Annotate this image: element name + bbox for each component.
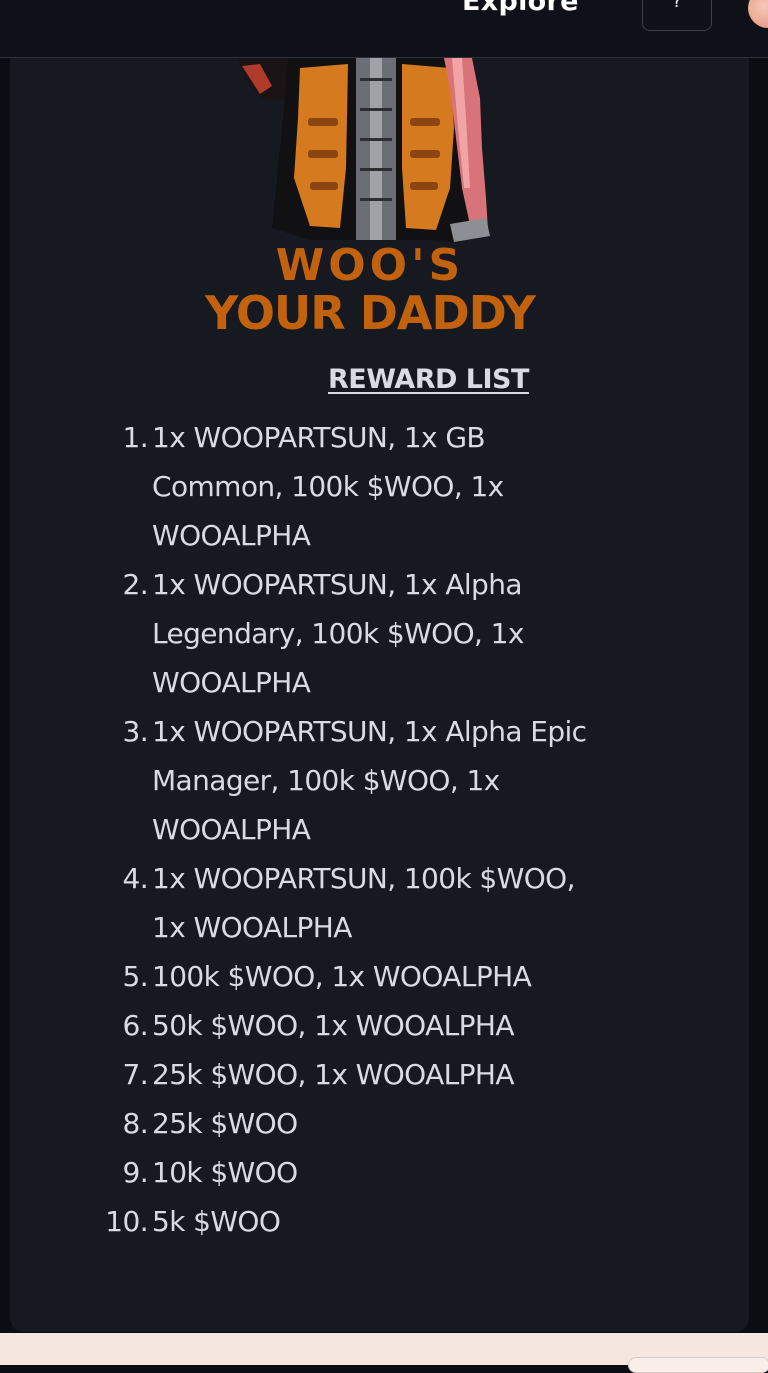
reward-item: 2. 1x WOOPARTSUN, 1x Alpha Legendary, 10…: [100, 560, 590, 707]
reward-item: 10. 5k $WOO: [100, 1197, 590, 1246]
reward-rank: 10.: [105, 1205, 148, 1238]
reward-text: 10k $WOO: [152, 1156, 298, 1189]
reward-list: 1. 1x WOOPARTSUN, 1x GB Common, 100k $WO…: [100, 413, 590, 1246]
bottom-chip[interactable]: [628, 1357, 768, 1373]
reward-text: 1x WOOPARTSUN, 1x GB Common, 100k $WOO, …: [152, 421, 504, 552]
reward-text: 1x WOOPARTSUN, 1x Alpha Legendary, 100k …: [152, 568, 524, 699]
reward-item: 1. 1x WOOPARTSUN, 1x GB Common, 100k $WO…: [100, 413, 590, 560]
reward-text: 1x WOOPARTSUN, 100k $WOO, 1x WOOALPHA: [152, 862, 575, 944]
reward-card: WOO'S YOUR DADDY REWARD LIST 1. 1x WOOPA…: [10, 58, 749, 1332]
nav-explore-link[interactable]: Explore: [462, 0, 579, 17]
reward-text: 5k $WOO: [152, 1205, 281, 1238]
logo-title-line1: WOO'S: [275, 240, 465, 291]
reward-rank: 1.: [122, 421, 148, 454]
reward-item: 4. 1x WOOPARTSUN, 100k $WOO, 1x WOOALPHA: [100, 854, 590, 952]
reward-rank: 2.: [122, 568, 148, 601]
reward-item: 5. 100k $WOO, 1x WOOALPHA: [100, 952, 590, 1001]
bottom-strip: [0, 1333, 768, 1373]
reward-item: 9. 10k $WOO: [100, 1148, 590, 1197]
reward-item: 6. 50k $WOO, 1x WOOALPHA: [100, 1001, 590, 1050]
reward-rank: 9.: [122, 1156, 148, 1189]
reward-rank: 5.: [122, 960, 148, 993]
reward-list-title: REWARD LIST: [328, 364, 529, 395]
woo-artwork: WOO'S YOUR DADDY: [10, 58, 749, 348]
reward-rank: 6.: [122, 1009, 148, 1042]
reward-text: 100k $WOO, 1x WOOALPHA: [152, 960, 532, 993]
reward-text: 25k $WOO: [152, 1107, 298, 1140]
reward-item: 8. 25k $WOO: [100, 1099, 590, 1148]
reward-text: 50k $WOO, 1x WOOALPHA: [152, 1009, 515, 1042]
logo-title-line2: YOUR DADDY: [205, 286, 536, 340]
reward-rank: 7.: [122, 1058, 148, 1091]
user-avatar[interactable]: [748, 0, 768, 28]
reward-rank: 3.: [122, 715, 148, 748]
reward-item: 7. 25k $WOO, 1x WOOALPHA: [100, 1050, 590, 1099]
reward-text: 25k $WOO, 1x WOOALPHA: [152, 1058, 515, 1091]
top-nav-bar: Explore ?: [0, 0, 768, 58]
reward-item: 3. 1x WOOPARTSUN, 1x Alpha Epic Manager,…: [100, 707, 590, 854]
help-button[interactable]: ?: [642, 0, 712, 31]
reward-text: 1x WOOPARTSUN, 1x Alpha Epic Manager, 10…: [152, 715, 587, 846]
reward-rank: 4.: [122, 862, 148, 895]
reward-rank: 8.: [122, 1107, 148, 1140]
